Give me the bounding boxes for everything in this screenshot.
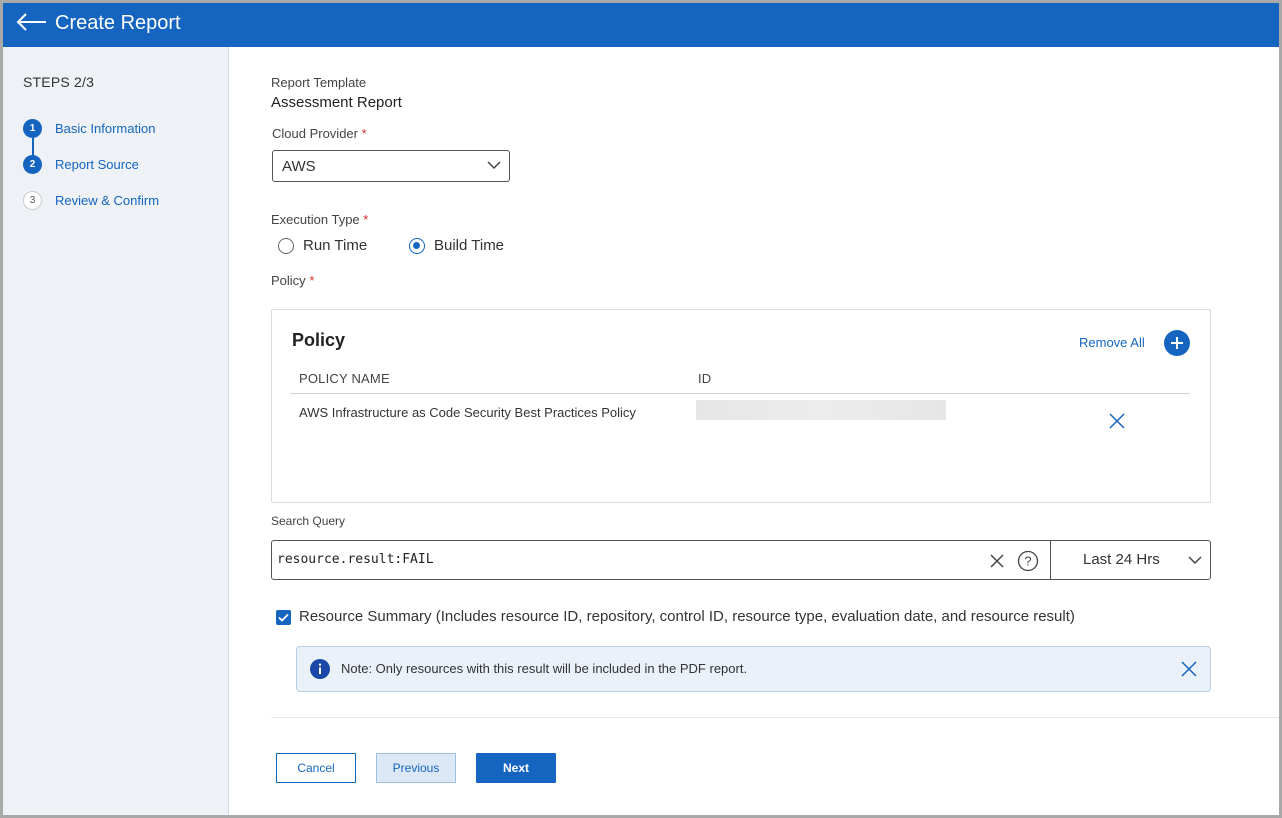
column-header-policy-name: POLICY NAME	[299, 371, 390, 386]
checkmark-icon	[278, 613, 289, 622]
policy-id-redacted	[696, 400, 946, 420]
chevron-down-icon	[1188, 556, 1202, 565]
report-template-value: Assessment Report	[271, 94, 402, 111]
report-template-label: Report Template	[271, 75, 367, 90]
search-query-input[interactable]	[277, 552, 977, 567]
required-mark: *	[363, 212, 369, 227]
main-content: Report Template Assessment Report Cloud …	[230, 47, 1279, 815]
clear-search-icon[interactable]	[988, 552, 1006, 570]
radio-label: Run Time	[303, 237, 368, 254]
step-label: Report Source	[55, 157, 139, 172]
column-header-id: ID	[698, 371, 712, 386]
step-review-confirm[interactable]: 3 Review & Confirm	[23, 191, 159, 210]
steps-counter: STEPS 2/3	[23, 74, 95, 90]
step-basic-information[interactable]: 1 Basic Information	[23, 119, 155, 138]
policy-card-title: Policy	[292, 330, 346, 350]
radio-label: Build Time	[434, 237, 505, 254]
add-policy-button[interactable]	[1164, 330, 1190, 356]
resource-summary-label: Resource Summary (Includes resource ID, …	[299, 608, 1075, 625]
plus-icon	[1171, 337, 1183, 349]
svg-text:?: ?	[1024, 554, 1031, 569]
footer-divider	[271, 717, 1279, 718]
page-title: Create Report	[55, 12, 181, 34]
time-range-select[interactable]: Last 24 Hrs	[1051, 541, 1210, 579]
table-divider	[290, 393, 1190, 394]
info-icon	[310, 659, 330, 679]
next-button[interactable]: Next	[476, 753, 556, 783]
search-query-label: Search Query	[271, 514, 346, 528]
required-mark: *	[361, 126, 367, 141]
radio-build-time[interactable]: Build Time	[409, 237, 504, 254]
radio-circle-selected	[409, 237, 425, 254]
remove-all-link[interactable]: Remove All	[1079, 335, 1145, 350]
search-query-box: ? Last 24 Hrs	[271, 540, 1211, 580]
execution-type-label: Execution Type *	[271, 212, 369, 227]
previous-button[interactable]: Previous	[376, 753, 456, 783]
steps-sidebar: STEPS 2/3 1 Basic Information 2 Report S…	[3, 47, 229, 815]
radio-run-time[interactable]: Run Time	[278, 237, 367, 254]
step-label: Basic Information	[55, 121, 156, 136]
required-mark: *	[309, 273, 315, 288]
cloud-provider-value: AWS	[282, 157, 316, 175]
policy-label: Policy *	[271, 273, 315, 288]
chevron-down-icon	[487, 161, 501, 170]
remove-policy-icon[interactable]	[1108, 412, 1126, 430]
step-number-badge: 3	[23, 191, 42, 210]
resource-summary-checkbox[interactable]	[276, 610, 291, 625]
cancel-button[interactable]: Cancel	[276, 753, 356, 783]
cloud-provider-select[interactable]: AWS	[272, 150, 510, 182]
policy-card: Policy Remove All POLICY NAME ID AWS Inf…	[271, 309, 1211, 503]
radio-circle	[278, 237, 294, 254]
time-range-value: Last 24 Hrs	[1083, 551, 1160, 568]
close-icon[interactable]	[1180, 660, 1198, 678]
policy-name-cell: AWS Infrastructure as Code Security Best…	[299, 405, 636, 420]
step-number-badge: 1	[23, 119, 42, 138]
step-label: Review & Confirm	[55, 193, 160, 208]
cloud-provider-label: Cloud Provider *	[272, 126, 367, 141]
note-text: Note: Only resources with this result wi…	[341, 661, 748, 676]
help-icon[interactable]: ?	[1017, 550, 1039, 572]
step-number-badge: 2	[23, 155, 42, 174]
header-bar: Create Report	[3, 3, 1279, 47]
info-note: Note: Only resources with this result wi…	[296, 646, 1211, 692]
back-arrow-icon[interactable]	[15, 11, 49, 33]
step-report-source[interactable]: 2 Report Source	[23, 155, 139, 174]
